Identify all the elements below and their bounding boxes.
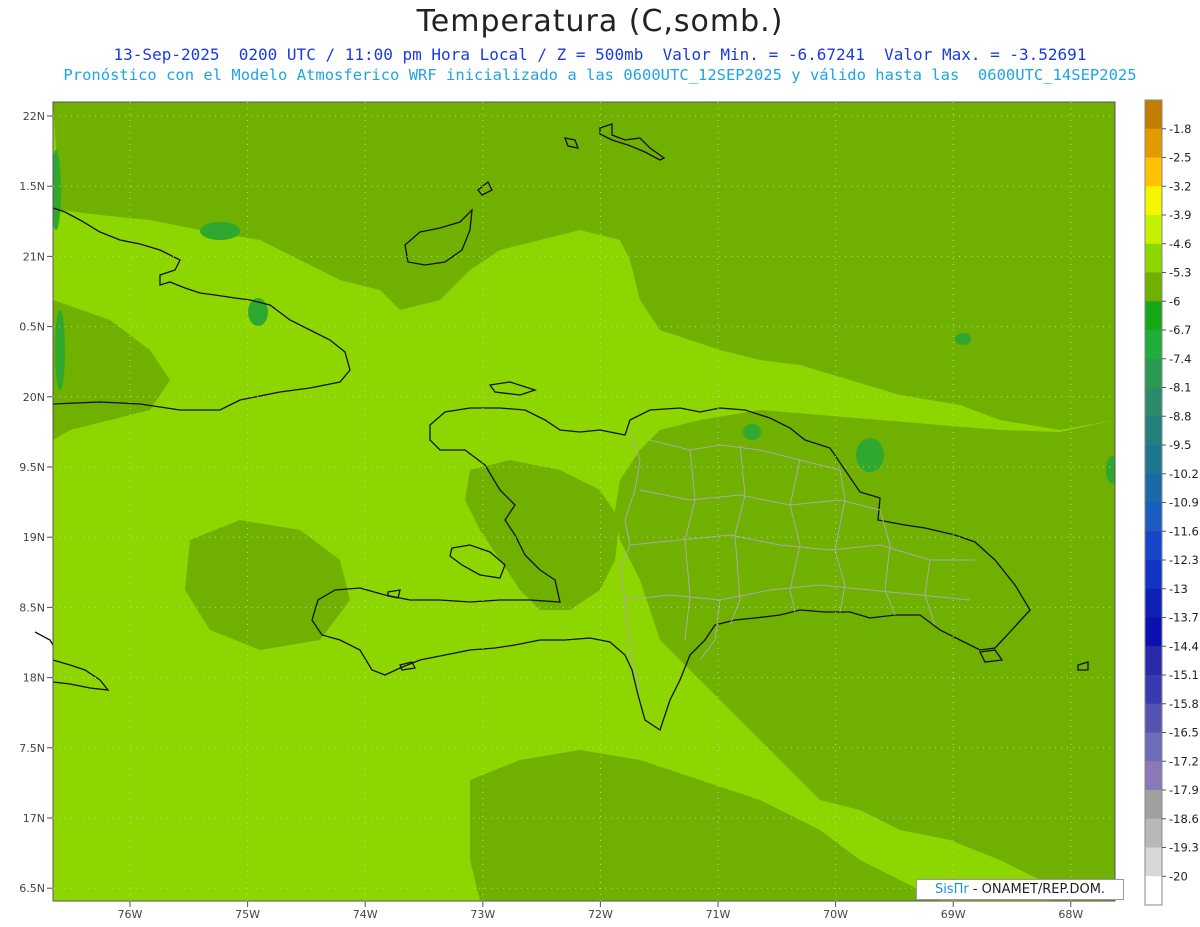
lat-label: 7.5N: [19, 742, 45, 755]
colorbar-label: -9.5: [1169, 438, 1191, 452]
colorbar-label: -17.9: [1169, 783, 1199, 797]
colorbar-swatch: [1145, 847, 1162, 877]
colorbar-swatch: [1145, 761, 1162, 791]
colorbar-label: -11.6: [1169, 524, 1199, 538]
credit-box: SisПr - ONAMET/REP.DOM.: [916, 879, 1124, 900]
lon-label: 68W: [1058, 908, 1083, 921]
field-spot: [743, 424, 761, 440]
colorbar-swatch: [1145, 416, 1162, 446]
lat-label: 19N: [23, 531, 45, 544]
colorbar-swatch: [1145, 588, 1162, 618]
temperature-field: [53, 102, 1115, 901]
jamaica-north: [34, 631, 54, 646]
colorbar-label: -16.5: [1169, 726, 1199, 740]
colorbar-label: -6.7: [1169, 323, 1191, 337]
colorbar-swatch: [1145, 617, 1162, 647]
colorbar-swatch: [1145, 732, 1162, 762]
colorbar: -1.8 -2.5 -3.2 -3.9 -4.6 -5.3 -6 -6.7 -7.4 -8.1 -8…: [1144, 99, 1199, 906]
colorbar-label: -13: [1169, 582, 1188, 596]
lon-label: 69W: [941, 908, 966, 921]
colorbar-label: -3.9: [1169, 208, 1191, 222]
lat-label: 21N: [23, 250, 45, 263]
colorbar-label: -8.1: [1169, 381, 1191, 395]
field-spot: [55, 310, 65, 390]
colorbar-label: -15.1: [1169, 668, 1199, 682]
colorbar-label: -6: [1169, 294, 1180, 308]
lat-label: 22N: [23, 110, 45, 123]
field-spot: [200, 222, 240, 240]
colorbar-swatch: [1145, 646, 1162, 676]
lat-label: 17N: [23, 812, 45, 825]
colorbar-label: -10.2: [1169, 467, 1199, 481]
colorbar-label: -13.7: [1169, 611, 1199, 625]
colorbar-swatch: [1145, 502, 1162, 532]
colorbar-label: -1.8: [1169, 122, 1191, 136]
colorbar-swatch: [1145, 560, 1162, 590]
colorbar-swatch: [1145, 128, 1162, 158]
colorbar-label: -18.6: [1169, 812, 1199, 826]
colorbar-label: -8.8: [1169, 409, 1191, 423]
colorbar-swatch: [1145, 876, 1162, 906]
colorbar-label: -7.4: [1169, 352, 1191, 366]
credit-brand: SisПr: [934, 882, 969, 897]
lon-label: 71W: [706, 908, 731, 921]
colorbar-label: -12.3: [1169, 553, 1199, 567]
colorbar-label: -4.6: [1169, 237, 1191, 251]
field-spot: [1106, 456, 1115, 484]
colorbar-label: -3.2: [1169, 179, 1191, 193]
field-spot: [955, 333, 971, 345]
colorbar-swatch: [1145, 301, 1162, 331]
colorbar-swatch: [1145, 215, 1162, 245]
colorbar-label: -19.3: [1169, 841, 1199, 855]
colorbar-swatch: [1145, 330, 1162, 360]
lon-label: 73W: [470, 908, 495, 921]
lat-label: 1.5N: [19, 180, 45, 193]
colorbar-swatch: [1145, 818, 1162, 848]
lat-label: 9.5N: [19, 461, 45, 474]
lat-label: 6.5N: [19, 882, 45, 895]
latitude-labels: 22N 1.5N 21N 0.5N 20N 9.5N 19N 8.5N 18N 7.5N 17N 6.…: [19, 110, 53, 895]
colorbar-swatch: [1145, 473, 1162, 503]
lon-label: 74W: [353, 908, 378, 921]
lon-label: 76W: [118, 908, 143, 921]
colorbar-label: -14.4: [1169, 639, 1199, 653]
colorbar-swatch: [1145, 157, 1162, 187]
lon-label: 72W: [588, 908, 613, 921]
colorbar-swatch: [1145, 358, 1162, 388]
colorbar-swatch: [1145, 703, 1162, 733]
colorbar-swatch: [1145, 445, 1162, 475]
lat-label: 0.5N: [19, 321, 45, 334]
longitude-labels: 76W 75W 74W 73W 72W 71W 70W 69W 68W: [118, 901, 1083, 921]
colorbar-label: -10.9: [1169, 496, 1199, 510]
colorbar-label: -17.2: [1169, 754, 1199, 768]
colorbar-label: -20: [1169, 869, 1188, 883]
lat-label: 18N: [23, 672, 45, 685]
lat-label: 20N: [23, 391, 45, 404]
colorbar-swatch: [1145, 272, 1162, 302]
colorbar-label: -15.8: [1169, 697, 1199, 711]
colorbar-swatch: [1145, 387, 1162, 417]
colorbar-swatch: [1145, 186, 1162, 216]
lon-label: 75W: [235, 908, 260, 921]
map-figure: 22N 1.5N 21N 0.5N 20N 9.5N 19N 8.5N 18N 7.5N 17N 6.…: [19, 99, 1199, 921]
colorbar-swatch: [1145, 100, 1162, 130]
credit-text: - ONAMET/REP.DOM.: [972, 882, 1106, 897]
colorbar-swatch: [1145, 243, 1162, 273]
lon-label: 70W: [823, 908, 848, 921]
colorbar-label: -2.5: [1169, 151, 1191, 165]
colorbar-swatch: [1145, 531, 1162, 561]
lat-label: 8.5N: [19, 601, 45, 614]
colorbar-swatch: [1145, 675, 1162, 705]
colorbar-label: -5.3: [1169, 266, 1191, 280]
colorbar-swatch: [1145, 790, 1162, 820]
